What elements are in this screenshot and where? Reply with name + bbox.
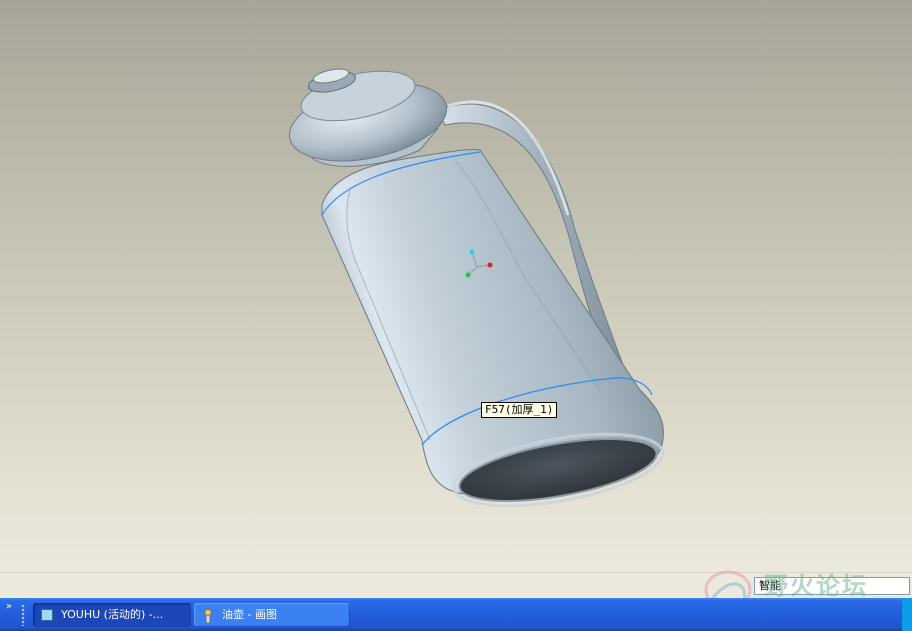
windows-taskbar: » YOUHU (活动的) -... 油壶 - 画图 [0,598,912,631]
taskbar-button-youhu[interactable]: YOUHU (活动的) -... [33,603,191,627]
taskbar-grip[interactable] [21,604,25,626]
paint-icon [202,609,214,624]
chevron-right-double-icon[interactable]: » [6,601,12,612]
taskbar-button-label: YOUHU (活动的) -... [61,608,164,621]
selection-filter-dropdown[interactable]: 智能 [754,577,910,595]
oil-can-3d-model[interactable] [0,0,912,572]
proe-window-icon [41,609,53,621]
taskbar-button-label: 油壶 - 画图 [222,608,277,621]
taskbar-button-paint[interactable]: 油壶 - 画图 [194,603,350,627]
feature-tooltip: F57(加厚_1) [481,402,558,418]
model-viewport[interactable]: F57(加厚_1) [0,0,912,572]
status-bar: 智能 [0,572,912,599]
system-tray [902,598,912,631]
